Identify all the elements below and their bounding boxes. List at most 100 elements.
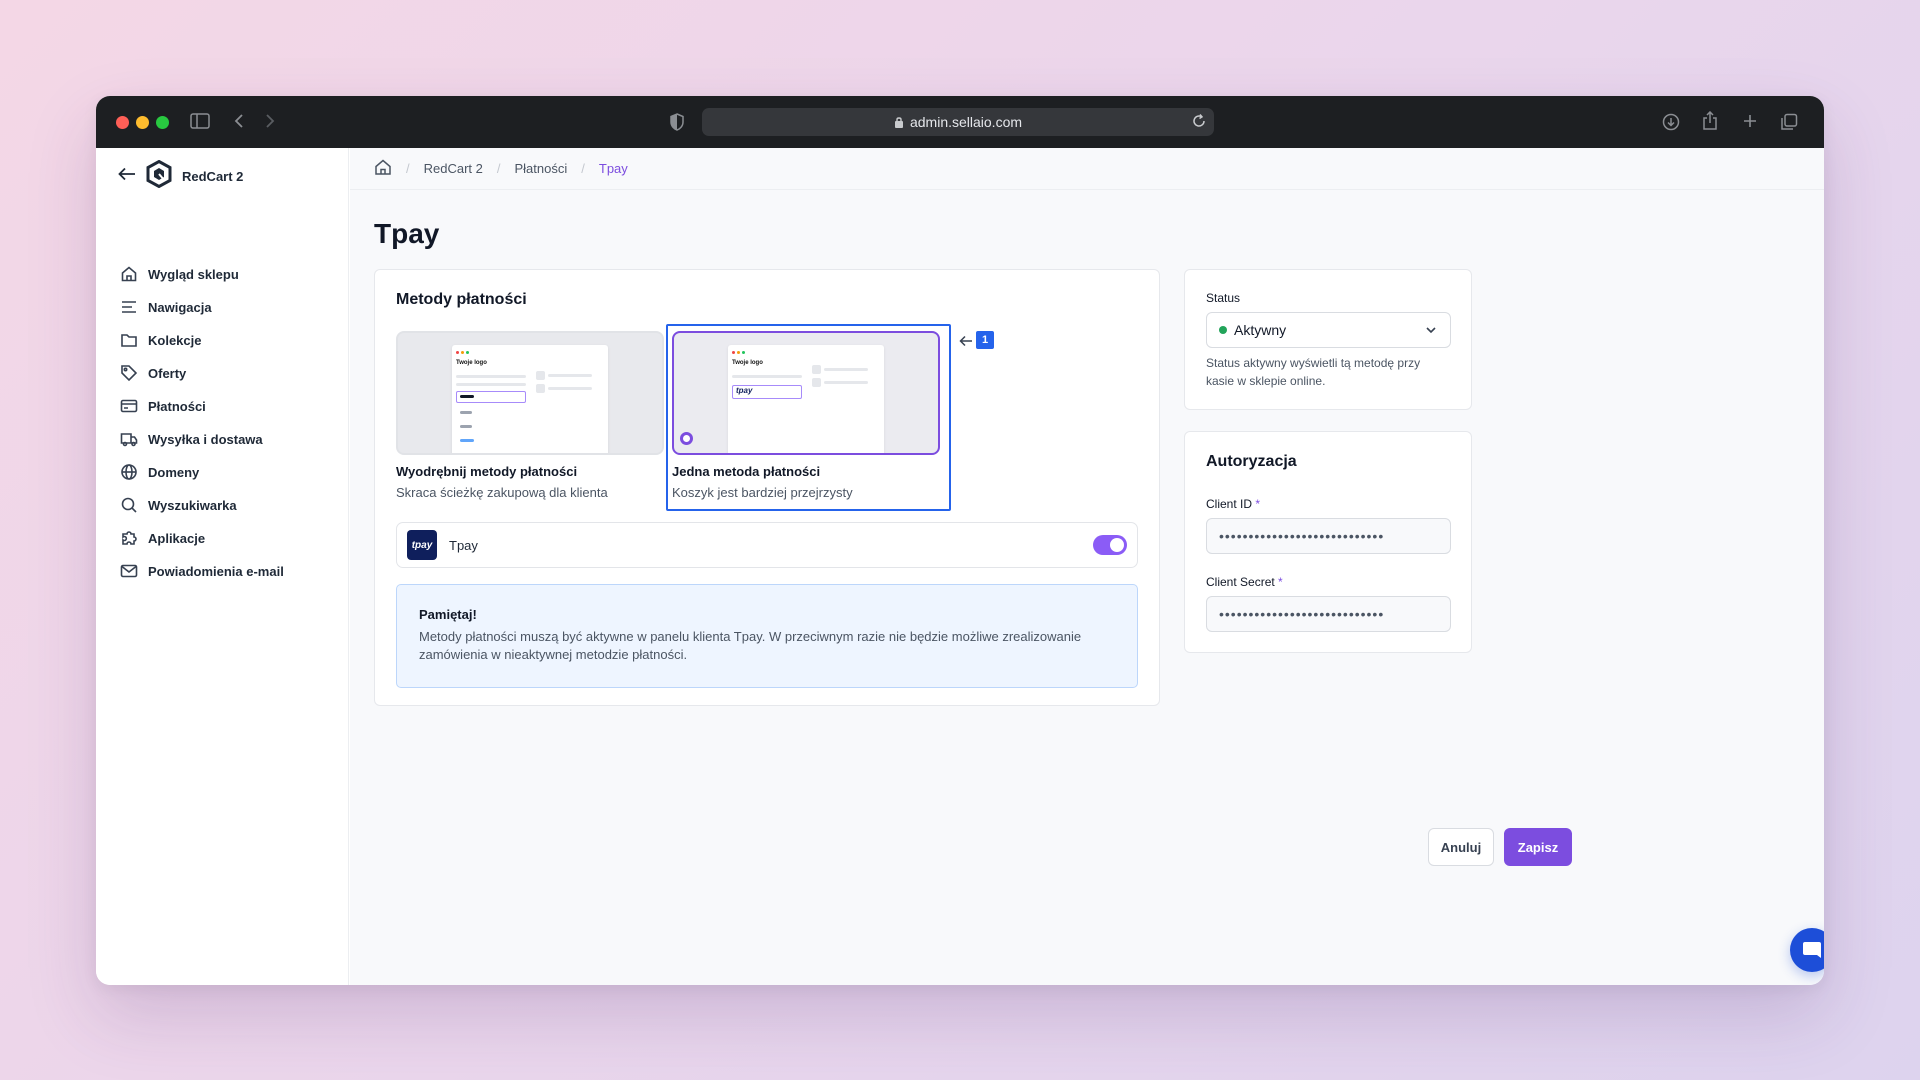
required-mark: * — [1255, 497, 1261, 511]
share-icon[interactable] — [1702, 110, 1718, 134]
sidebar-item-wysylka[interactable]: Wysyłka i dostawa — [120, 427, 263, 451]
truck-icon — [120, 433, 138, 447]
status-label: Status — [1206, 291, 1241, 305]
client-id-label: Client ID * — [1206, 497, 1260, 511]
breadcrumb-separator: / — [496, 161, 501, 176]
sidebar-item-label: Wysyłka i dostawa — [148, 431, 263, 447]
storefront-mock: Twoje logo — [452, 345, 608, 453]
sidebar-item-nawigacja[interactable]: Nawigacja — [120, 295, 212, 319]
sidebar-item-label: Kolekcje — [148, 332, 202, 348]
chat-button[interactable] — [1790, 928, 1824, 972]
browser-titlebar: admin.sellaio.com — [96, 96, 1824, 148]
credit-card-icon — [120, 399, 138, 413]
sidebar-item-label: Domeny — [148, 464, 200, 480]
lock-icon — [894, 117, 903, 128]
option-description: Skraca ścieżkę zakupową dla klienta — [396, 485, 608, 500]
option-description: Koszyk jest bardziej przejrzysty — [672, 485, 853, 500]
chevron-down-icon — [1424, 323, 1438, 340]
search-icon — [121, 497, 137, 513]
notice-title: Pamiętaj! — [419, 607, 477, 622]
cancel-button[interactable]: Anuluj — [1428, 828, 1494, 866]
status-select[interactable]: Aktywny — [1206, 312, 1451, 348]
card-title: Metody płatności — [396, 291, 527, 308]
sidebar-item-wyszukiwarka[interactable]: Wyszukiwarka — [120, 493, 237, 517]
option-label: Jedna metoda płatności — [672, 464, 821, 479]
status-help: Status aktywny wyświetli tą metodę przy … — [1206, 356, 1421, 388]
breadcrumb-item[interactable]: Płatności — [515, 161, 568, 176]
client-secret-input[interactable]: •••••••••••••••••••••••••••• — [1206, 596, 1451, 632]
notice-box: Pamiętaj! Metody płatności muszą być akt… — [396, 584, 1138, 688]
globe-icon — [121, 464, 137, 480]
mock-logo-text: Twoje logo — [456, 360, 487, 366]
mock-logo-text: Twoje logo — [732, 360, 763, 366]
mail-icon — [120, 564, 138, 578]
option-label: Wyodrębnij metody płatności — [396, 464, 578, 479]
close-window-button[interactable] — [116, 116, 129, 129]
brand-header: RedCart 2 — [118, 159, 244, 193]
status-card: Status Aktywny Status aktywny wyświetli … — [1184, 269, 1472, 410]
back-arrow-icon[interactable] — [118, 167, 136, 186]
shield-icon[interactable] — [669, 113, 685, 134]
option-single-method[interactable]: Twoje logo tpay — [672, 331, 940, 455]
client-secret-label-text: Client Secret — [1206, 575, 1275, 589]
folder-icon — [121, 334, 137, 347]
sidebar-item-label: Powiadomienia e-mail — [148, 563, 284, 579]
provider-name: Tpay — [449, 537, 478, 553]
annotation-arrow-icon — [959, 334, 973, 352]
sidebar-toggle-icon[interactable] — [190, 113, 210, 132]
breadcrumb-item[interactable]: RedCart 2 — [424, 161, 483, 176]
breadcrumb: / RedCart 2 / Płatności / Tpay — [350, 148, 1824, 190]
annotation-badge: 1 — [976, 331, 994, 349]
card-title: Autoryzacja — [1206, 453, 1297, 470]
option-separate-methods[interactable]: Twoje logo — [396, 331, 664, 455]
sidebar-item-label: Nawigacja — [148, 299, 212, 315]
zoom-window-button[interactable] — [156, 116, 169, 129]
selected-radio[interactable] — [680, 432, 693, 445]
breadcrumb-separator: / — [581, 161, 585, 176]
url-text: admin.sellaio.com — [909, 114, 1023, 130]
new-tab-icon[interactable] — [1742, 113, 1758, 132]
download-icon[interactable] — [1662, 113, 1680, 134]
mock-tpay-logo: tpay — [736, 386, 753, 395]
status-value: Aktywny — [1234, 322, 1287, 338]
sidebar-item-wyglad-sklepu[interactable]: Wygląd sklepu — [120, 262, 239, 286]
sidebar-item-platnosci[interactable]: Płatności — [120, 394, 206, 418]
sidebar-item-domeny[interactable]: Domeny — [120, 460, 199, 484]
page-title: Tpay — [374, 218, 440, 249]
client-secret-label: Client Secret * — [1206, 575, 1283, 589]
sidebar-item-label: Oferty — [148, 365, 187, 381]
brand-name: RedCart 2 — [182, 168, 244, 184]
puzzle-icon — [122, 531, 137, 545]
url-bar[interactable]: admin.sellaio.com — [702, 108, 1214, 136]
tpay-logo: tpay — [407, 530, 437, 560]
chat-icon — [1803, 942, 1821, 958]
sidebar-item-label: Aplikacje — [148, 530, 206, 546]
back-nav-icon[interactable] — [233, 113, 245, 132]
sidebar-item-oferty[interactable]: Oferty — [120, 361, 186, 385]
forward-nav-icon[interactable] — [264, 113, 276, 132]
storefront-mock: Twoje logo tpay — [728, 345, 884, 453]
browser-window: admin.sellaio.com RedCart 2 Wygląd sklep… — [96, 96, 1824, 985]
home-icon[interactable] — [374, 159, 392, 178]
reload-icon[interactable] — [1191, 113, 1207, 132]
sidebar-item-aplikacje[interactable]: Aplikacje — [120, 526, 205, 550]
tabs-overview-icon[interactable] — [1780, 113, 1798, 134]
redcart-logo-icon — [146, 159, 172, 193]
tag-icon — [121, 365, 138, 382]
sidebar-item-label: Wygląd sklepu — [148, 266, 239, 282]
payment-methods-card: Metody płatności Twoje logo Wyodrębnij m… — [374, 269, 1160, 706]
sidebar-item-label: Wyszukiwarka — [148, 497, 237, 513]
sidebar-item-kolekcje[interactable]: Kolekcje — [120, 328, 201, 352]
breadcrumb-current: Tpay — [598, 161, 628, 176]
notice-body: Metody płatności muszą być aktywne w pan… — [419, 629, 1082, 662]
home-icon — [121, 266, 137, 282]
breadcrumb-separator: / — [406, 161, 410, 176]
minimize-window-button[interactable] — [136, 116, 149, 129]
client-id-label-text: Client ID — [1206, 497, 1253, 511]
client-id-input[interactable]: •••••••••••••••••••••••••••• — [1206, 518, 1451, 554]
authorization-card: Autoryzacja Client ID * ••••••••••••••••… — [1184, 431, 1472, 653]
save-button[interactable]: Zapisz — [1504, 828, 1572, 866]
provider-toggle[interactable] — [1093, 535, 1127, 555]
sidebar-item-powiadomienia[interactable]: Powiadomienia e-mail — [120, 559, 284, 583]
sidebar-item-label: Płatności — [148, 398, 206, 414]
